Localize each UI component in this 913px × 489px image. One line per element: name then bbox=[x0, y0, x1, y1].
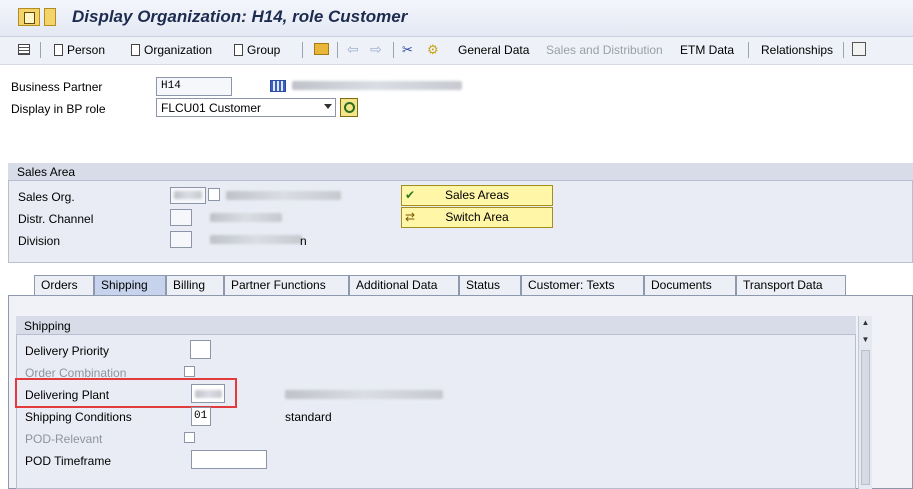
tab-partner-functions[interactable]: Partner Functions bbox=[224, 275, 349, 295]
delivery-priority-label: Delivery Priority bbox=[25, 344, 110, 358]
shipping-conditions-field[interactable]: 01 bbox=[191, 407, 211, 426]
toolbar-separator bbox=[843, 42, 844, 58]
sales-distribution-button[interactable]: Sales and Distribution bbox=[546, 43, 663, 57]
switch-area-button[interactable]: ⇄ Switch Area bbox=[401, 207, 553, 228]
display-change-icon[interactable] bbox=[18, 8, 40, 26]
tab-orders[interactable]: Orders bbox=[34, 275, 94, 295]
division-desc-redacted bbox=[210, 235, 302, 244]
organization-button[interactable]: Organization bbox=[131, 43, 212, 57]
person-button[interactable]: Person bbox=[54, 43, 105, 57]
distr-channel-field[interactable] bbox=[170, 209, 192, 226]
business-partner-field[interactable]: H14 bbox=[156, 77, 232, 96]
order-combination-checkbox[interactable] bbox=[184, 366, 195, 377]
distr-channel-label: Distr. Channel bbox=[18, 212, 94, 226]
title-marker-icon bbox=[44, 8, 56, 26]
delivering-plant-highlight bbox=[15, 378, 237, 408]
document-icon bbox=[131, 44, 140, 56]
etm-data-button[interactable]: ETM Data bbox=[680, 43, 734, 57]
sales-org-label: Sales Org. bbox=[18, 190, 75, 204]
page-title: Display Organization: H14, role Customer bbox=[72, 7, 408, 26]
pod-timeframe-field[interactable] bbox=[191, 450, 267, 469]
toolbar-separator bbox=[748, 42, 749, 58]
check-icon: ✔ bbox=[405, 188, 416, 202]
pod-timeframe-label: POD Timeframe bbox=[25, 454, 112, 468]
tab-shipping[interactable]: Shipping bbox=[94, 275, 166, 295]
division-desc-suffix: n bbox=[300, 234, 307, 248]
general-data-button[interactable]: General Data bbox=[458, 43, 529, 57]
toolbar-separator bbox=[40, 42, 41, 58]
shipping-conditions-desc: standard bbox=[285, 410, 332, 424]
title-bar: Display Organization: H14, role Customer bbox=[0, 0, 913, 37]
application-toolbar: Person Organization Group ⇦ ⇨ ✂ ⚙ Genera… bbox=[0, 37, 913, 65]
where-used-icon[interactable]: ✂ bbox=[402, 42, 413, 58]
group-button[interactable]: Group bbox=[234, 43, 280, 57]
organization-icon bbox=[270, 80, 286, 92]
sales-area-header: Sales Area bbox=[8, 163, 913, 181]
sales-org-desc-redacted bbox=[226, 191, 341, 200]
search-icon[interactable] bbox=[340, 98, 358, 117]
vertical-scrollbar[interactable]: ▲ ▼ bbox=[858, 316, 872, 489]
document-icon bbox=[234, 44, 243, 56]
relationships-button[interactable]: Relationships bbox=[761, 43, 833, 57]
sales-area-title: Sales Area bbox=[17, 165, 76, 179]
tab-documents[interactable]: Documents bbox=[644, 275, 736, 295]
division-label: Division bbox=[18, 234, 61, 248]
tab-status[interactable]: Status bbox=[459, 275, 521, 295]
delivering-plant-desc-redacted bbox=[285, 390, 443, 399]
back-arrow-icon[interactable]: ⇦ bbox=[347, 41, 359, 58]
shipping-title: Shipping bbox=[24, 319, 71, 333]
shipping-conditions-label: Shipping Conditions bbox=[25, 410, 132, 424]
sales-areas-button[interactable]: ✔ Sales Areas bbox=[401, 185, 553, 206]
scroll-thumb[interactable] bbox=[861, 350, 870, 485]
bp-role-select[interactable]: FLCU01 Customer bbox=[156, 98, 336, 117]
scroll-down-icon[interactable]: ▼ bbox=[859, 333, 872, 347]
delivery-priority-field[interactable] bbox=[190, 340, 211, 359]
tab-billing[interactable]: Billing bbox=[166, 275, 224, 295]
switch-icon: ⇄ bbox=[405, 210, 416, 224]
tab-transport-data[interactable]: Transport Data bbox=[736, 275, 846, 295]
pod-relevant-checkbox[interactable] bbox=[184, 432, 195, 443]
open-folder-icon[interactable] bbox=[314, 43, 329, 55]
menu-list-icon[interactable] bbox=[18, 44, 30, 55]
tab-additional-data[interactable]: Additional Data bbox=[349, 275, 459, 295]
tab-customer-texts[interactable]: Customer: Texts bbox=[521, 275, 644, 295]
toolbar-separator bbox=[302, 42, 303, 58]
management-icon[interactable] bbox=[852, 42, 866, 56]
distr-channel-desc-redacted bbox=[210, 213, 282, 222]
scroll-up-icon[interactable]: ▲ bbox=[859, 316, 872, 330]
bp-role-label: Display in BP role bbox=[11, 102, 106, 116]
sales-org-value-help-icon[interactable] bbox=[208, 188, 220, 201]
document-icon bbox=[54, 44, 63, 56]
sales-org-value-redacted bbox=[174, 191, 202, 199]
shipping-header: Shipping bbox=[16, 316, 856, 335]
division-field[interactable] bbox=[170, 231, 192, 248]
forward-arrow-icon[interactable]: ⇨ bbox=[370, 41, 382, 58]
toolbar-separator bbox=[337, 42, 338, 58]
chevron-down-icon bbox=[324, 104, 332, 109]
toolbar-separator bbox=[393, 42, 394, 58]
business-partner-label: Business Partner bbox=[11, 80, 103, 94]
pod-relevant-label: POD-Relevant bbox=[25, 432, 103, 446]
hierarchy-icon[interactable]: ⚙ bbox=[427, 42, 439, 58]
business-partner-name-redacted bbox=[292, 81, 462, 90]
